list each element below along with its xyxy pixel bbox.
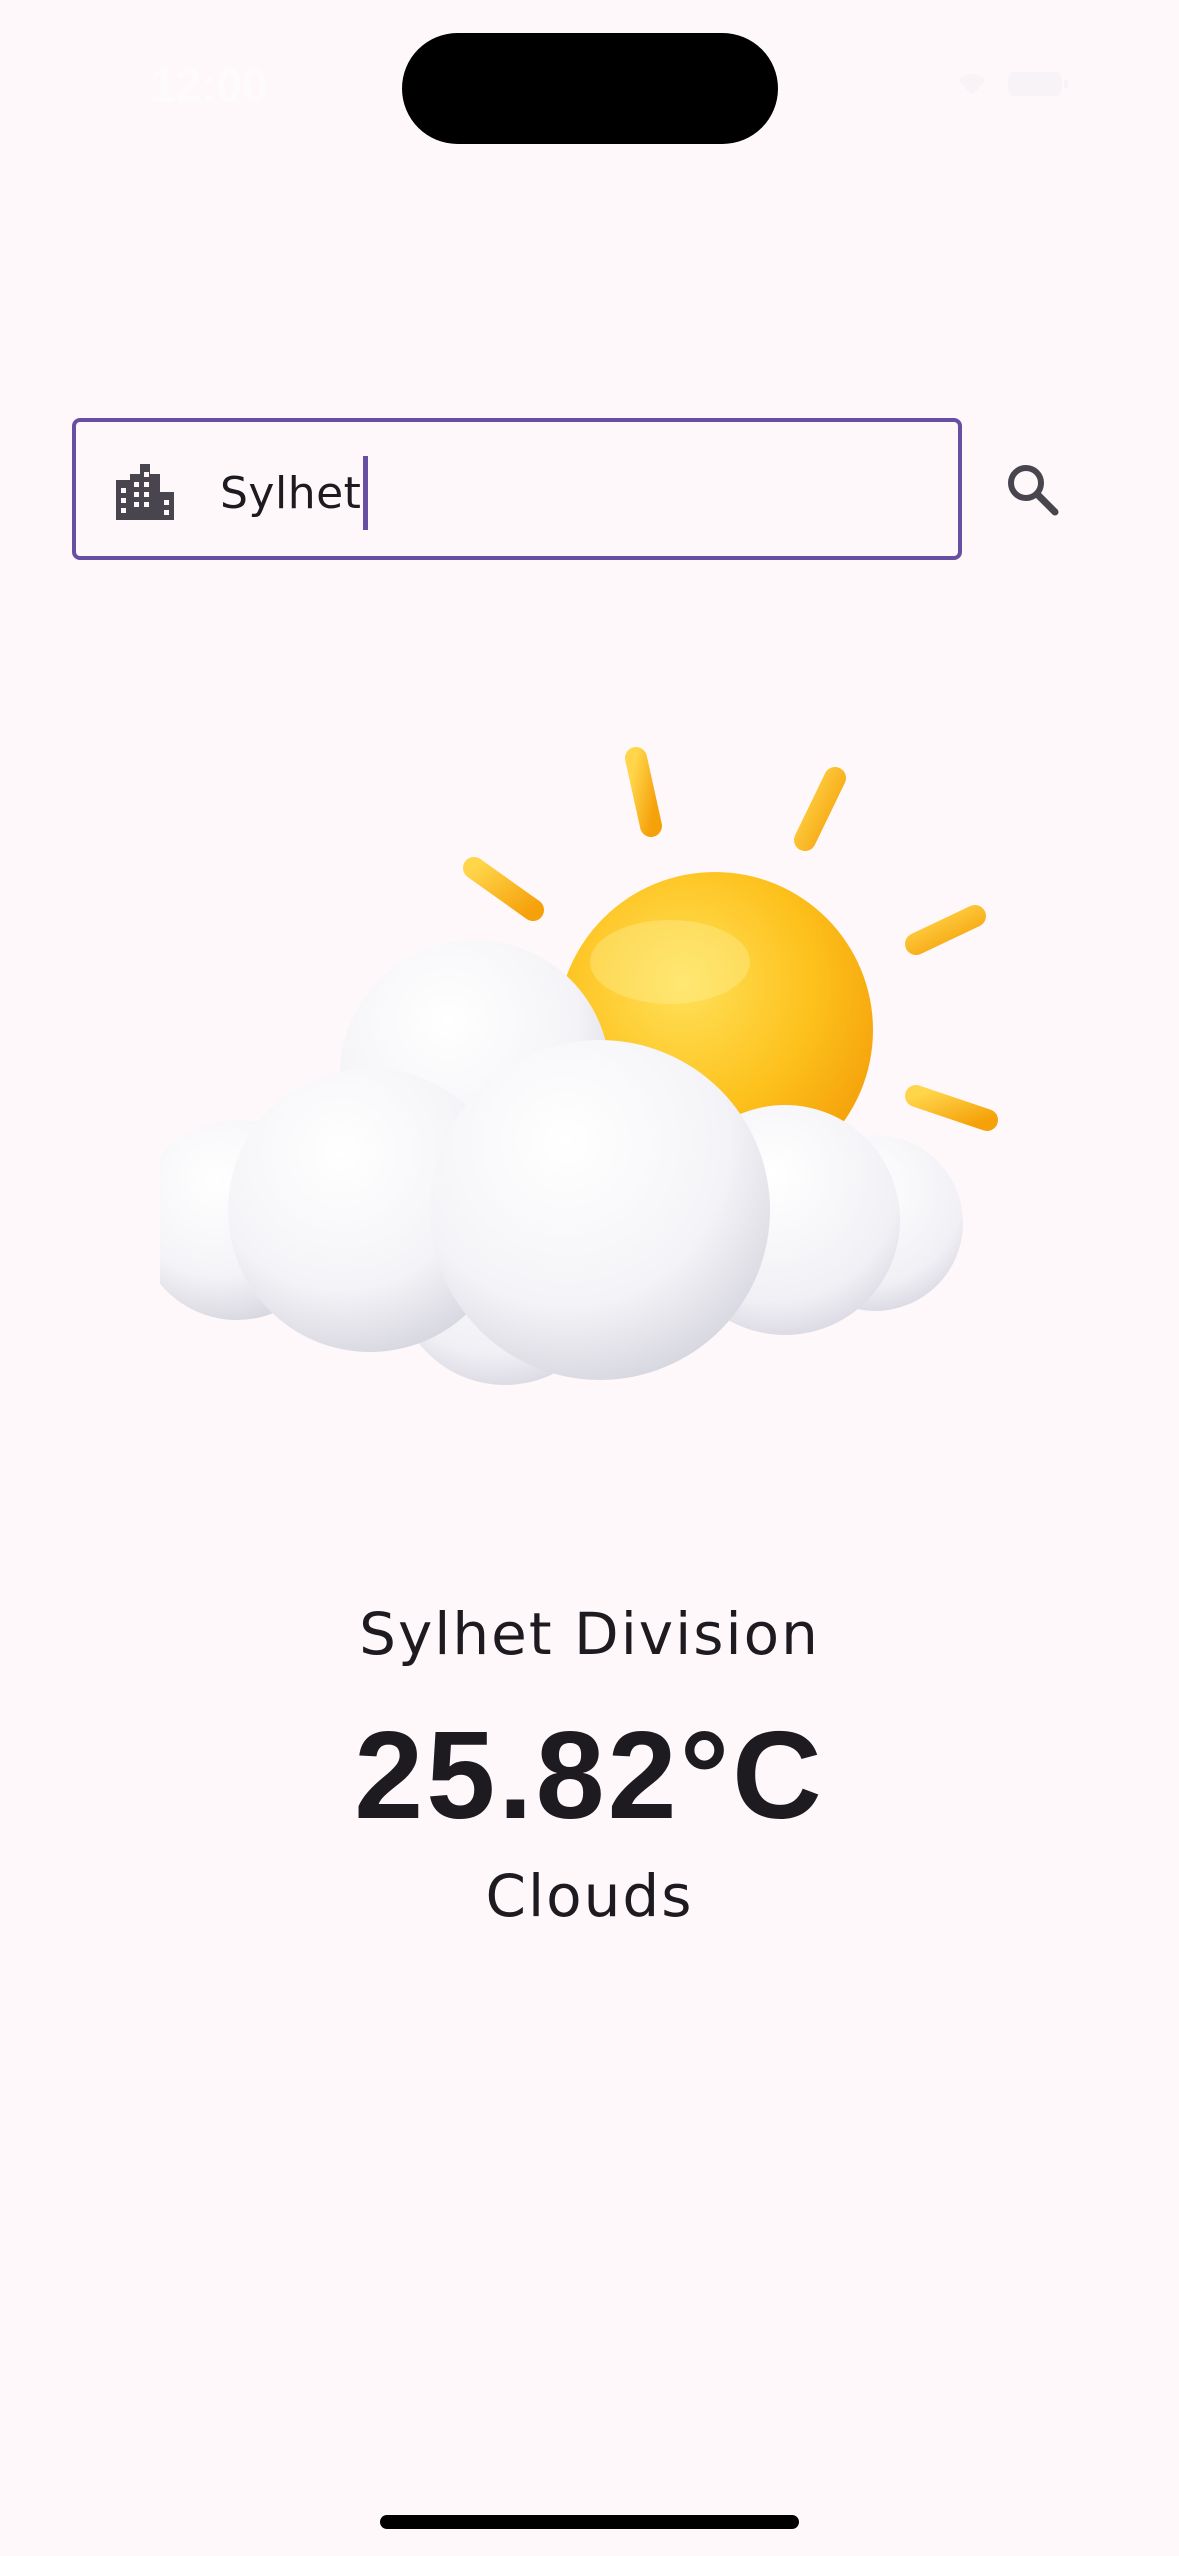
search-button[interactable] <box>995 452 1069 526</box>
location-city-icon <box>116 464 174 520</box>
search-input[interactable]: Sylhet <box>220 456 369 530</box>
location-name: Sylhet Division <box>359 1600 820 1668</box>
text-caret <box>363 456 369 530</box>
status-bar: 12:00 <box>0 0 1179 160</box>
city-search-field[interactable]: Sylhet <box>72 418 962 560</box>
weather-condition: Clouds <box>485 1862 694 1930</box>
temperature-value: 25.82°C <box>354 1707 825 1845</box>
dynamic-island <box>402 33 778 144</box>
status-indicators <box>955 70 1069 98</box>
home-indicator[interactable] <box>380 2515 799 2529</box>
weather-screen: 12:00 Sylhet Sylhet Division 25.82°C Clo… <box>0 0 1179 2556</box>
status-time: 12:00 <box>150 59 268 111</box>
search-icon <box>1008 465 1059 516</box>
wifi-icon <box>958 74 986 95</box>
search-input-value: Sylhet <box>220 467 362 519</box>
battery-icon <box>1008 72 1068 96</box>
partly-cloudy-sun-icon <box>160 747 998 1385</box>
